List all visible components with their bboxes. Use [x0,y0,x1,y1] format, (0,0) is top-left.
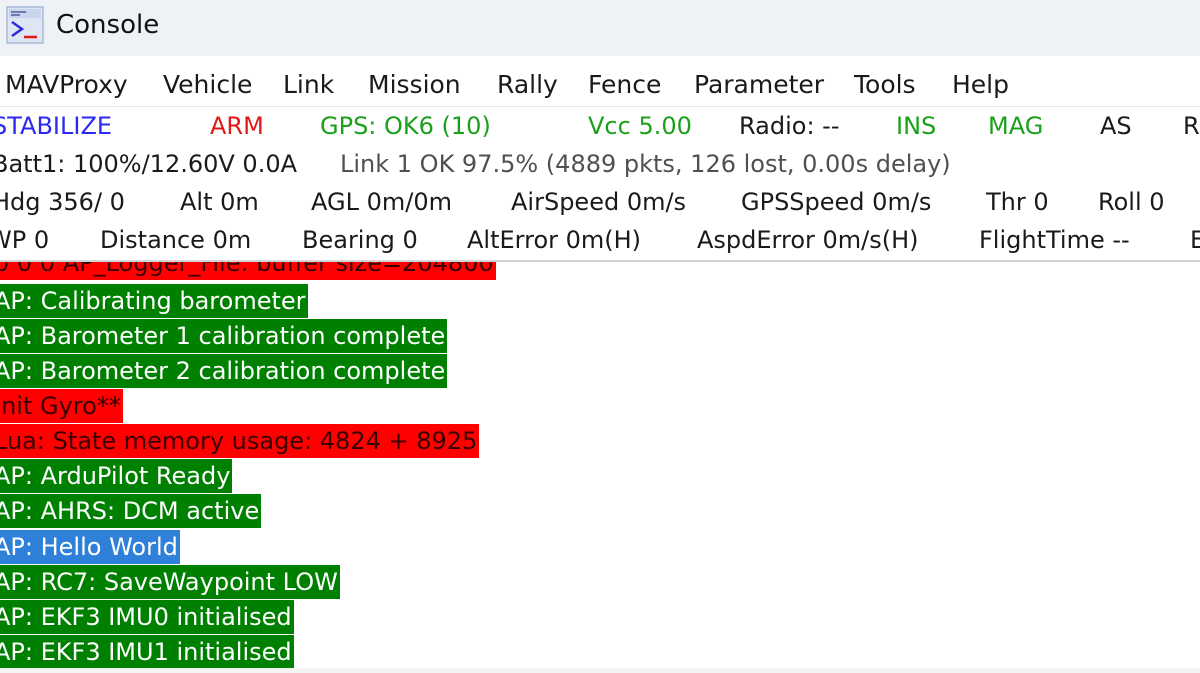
status-panel: STABILIZE ARM GPS: OK6 (10) Vcc 5.00 Rad… [0,107,1200,259]
distance-status: Distance 0m [100,226,252,254]
console-window: Console MAVProxy Vehicle Link Mission Ra… [0,0,1200,673]
window-bottom-edge [0,668,1200,673]
arm-status: ARM [210,112,264,140]
message-log[interactable]: 0 0 0 AP_Logger_File: buffer size=204800… [0,262,1200,673]
console-terminal-icon [6,6,44,44]
alt-error-status: AltError 0m(H) [467,226,642,254]
log-line: AP: AHRS: DCM active [0,494,262,528]
log-line: 0 0 0 AP_Logger_File: buffer size=204800 [0,262,496,280]
log-line: AP: ArduPilot Ready [0,459,233,493]
bearing-status: Bearing 0 [302,226,418,254]
menu-mission[interactable]: Mission [368,69,461,101]
menu-fence[interactable]: Fence [588,69,661,101]
gpsspeed-status: GPSSpeed 0m/s [741,188,932,216]
window-title: Console [56,10,160,40]
title-bar: Console [0,0,1200,56]
log-line: AP: Hello World [0,530,180,564]
mag-status: MAG [988,112,1044,140]
ins-status: INS [896,112,937,140]
flight-time-status: FlightTime -- [979,226,1130,254]
menu-link[interactable]: Link [283,69,334,101]
log-line: AP: EKF3 IMU1 initialised [0,635,294,669]
altitude-status: Alt 0m [180,188,259,216]
link-status: Link 1 OK 97.5% (4889 pkts, 126 lost, 0.… [340,150,951,178]
extra-status: E [1190,226,1200,254]
flight-mode-status: STABILIZE [0,112,113,140]
menu-bar: MAVProxy Vehicle Link Mission Rally Fenc… [0,62,1200,107]
throttle-status: Thr 0 [986,188,1049,216]
status-row-3: Hdg 356/ 0 Alt 0m AGL 0m/0m AirSpeed 0m/… [0,183,1200,221]
gps-status: GPS: OK6 (10) [320,112,491,140]
log-line: Init Gyro** [0,389,123,423]
menu-mavproxy[interactable]: MAVProxy [5,69,128,101]
log-line: AP: Calibrating barometer [0,284,308,318]
log-line: AP: RC7: SaveWaypoint LOW [0,565,340,599]
log-line: AP: EKF3 IMU0 initialised [0,600,294,634]
battery-status: Batt1: 100%/12.60V 0.0A [0,150,298,178]
radio-status: Radio: -- [739,112,840,140]
aspd-error-status: AspdError 0m/s(H) [697,226,919,254]
status-row-4: WP 0 Distance 0m Bearing 0 AltError 0m(H… [0,221,1200,259]
log-line: AP: Barometer 2 calibration complete [0,354,448,388]
log-line: Lua: State memory usage: 4824 + 8925 [0,424,480,458]
log-line: AP: Barometer 1 calibration complete [0,319,448,353]
status-row-2: Batt1: 100%/12.60V 0.0A Link 1 OK 97.5% … [0,145,1200,183]
menu-tools[interactable]: Tools [854,69,916,101]
airspeed-sensor-status: AS [1100,112,1132,140]
roll-status: Roll 0 [1098,188,1165,216]
heading-status: Hdg 356/ 0 [0,188,125,216]
airspeed-status: AirSpeed 0m/s [511,188,687,216]
waypoint-status: WP 0 [0,226,50,254]
menu-rally[interactable]: Rally [497,69,558,101]
menu-vehicle[interactable]: Vehicle [163,69,252,101]
menu-help[interactable]: Help [952,69,1009,101]
vcc-status: Vcc 5.00 [588,112,692,140]
agl-status: AGL 0m/0m [311,188,452,216]
status-row-1: STABILIZE ARM GPS: OK6 (10) Vcc 5.00 Rad… [0,107,1200,145]
rangefinder-status: R [1183,112,1200,140]
menu-parameter[interactable]: Parameter [694,69,824,101]
